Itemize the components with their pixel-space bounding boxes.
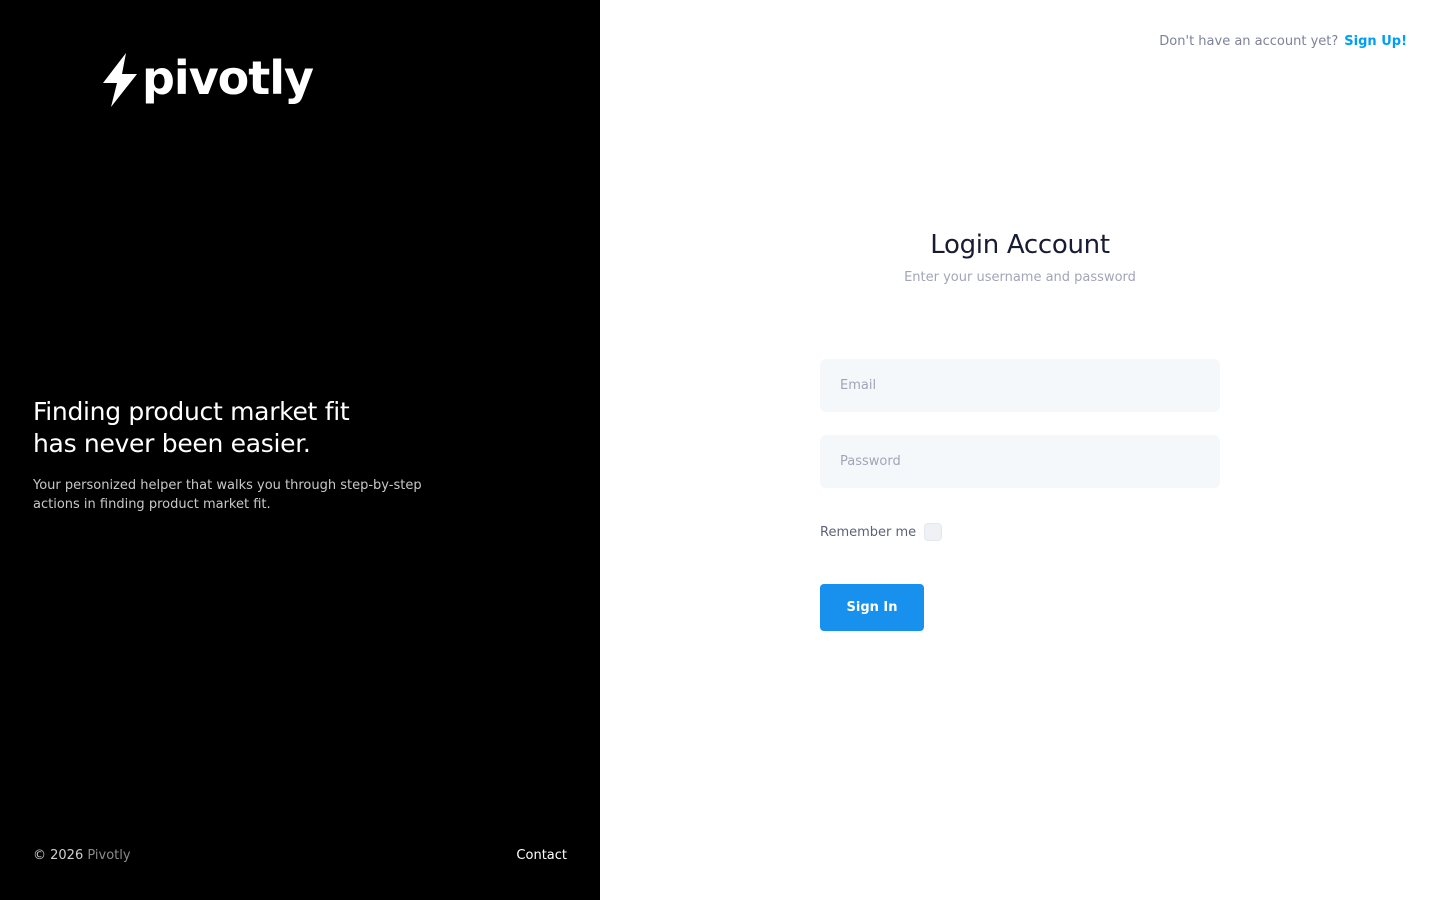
tagline-line-2: has never been easier. [33, 429, 311, 458]
signup-prompt-text: Don't have an account yet? [1159, 34, 1339, 49]
copyright: © 2026 Pivotly [33, 848, 131, 863]
remember-me-checkbox[interactable] [924, 523, 943, 541]
sign-in-button[interactable]: Sign In [820, 584, 924, 631]
form-subtitle: Enter your username and password [904, 270, 1136, 285]
tagline-line-1: Finding product market fit [33, 397, 350, 426]
tagline: Finding product market fit has never bee… [33, 396, 453, 460]
login-panel: Don't have an account yet? Sign Up! Logi… [600, 0, 1440, 900]
copyright-brand: Pivotly [87, 848, 131, 863]
brand-panel: pivotly Finding product market fit has n… [0, 0, 600, 900]
brand-description: Your personized helper that walks you th… [33, 478, 422, 512]
email-input[interactable] [820, 359, 1220, 412]
remember-me-row: Remember me [820, 523, 943, 541]
logo: pivotly [100, 51, 314, 108]
logo-text: pivotly [142, 51, 314, 105]
login-form: Login Account Enter your username and pa… [820, 230, 1220, 631]
copyright-year: © 2026 [33, 848, 84, 863]
contact-link[interactable]: Contact [516, 848, 567, 863]
signup-prompt: Don't have an account yet? Sign Up! [1159, 34, 1407, 49]
remember-me-label[interactable]: Remember me [820, 525, 916, 540]
password-input[interactable] [820, 435, 1220, 488]
form-title: Login Account [930, 230, 1110, 260]
signup-link[interactable]: Sign Up! [1344, 34, 1407, 49]
lightning-bolt-icon [103, 53, 137, 107]
